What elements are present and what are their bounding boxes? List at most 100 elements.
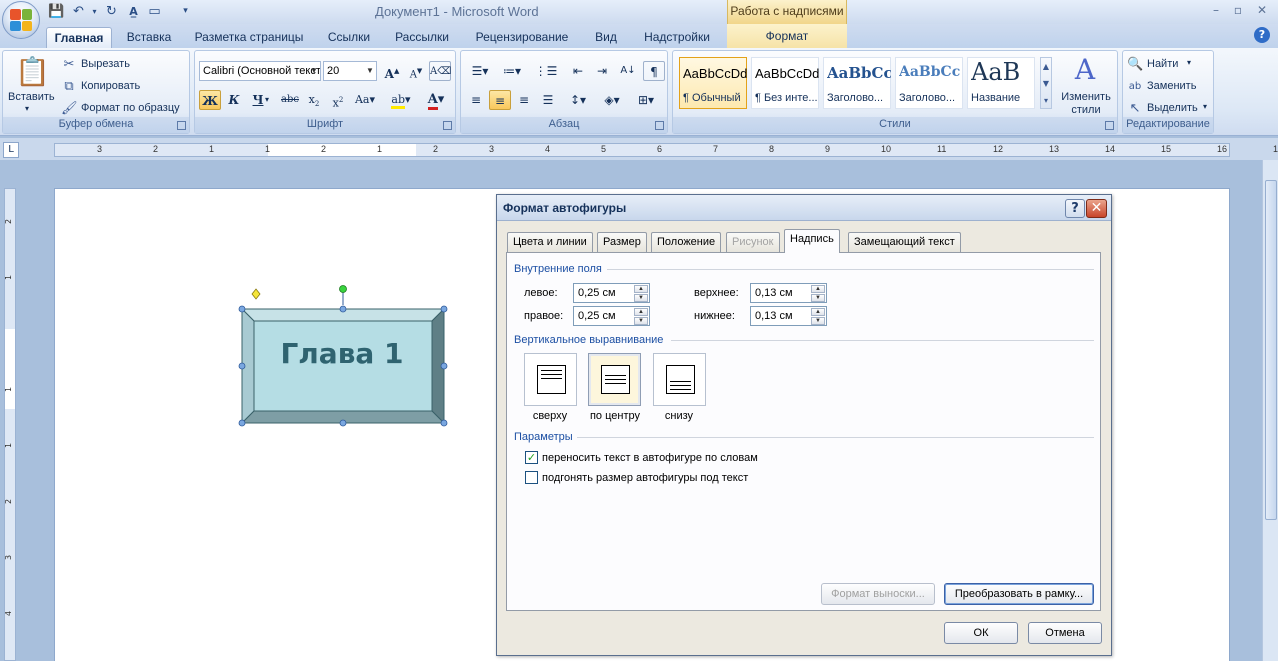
valign-top-button[interactable]	[524, 353, 577, 406]
increase-indent-button[interactable]: ⇥	[591, 61, 613, 81]
customize-qat-icon[interactable]: ▾	[177, 3, 194, 20]
superscript-button[interactable]: x2	[327, 90, 349, 110]
spin-down-icon[interactable]: ▼	[811, 294, 825, 302]
right-margin-spinner[interactable]: 0,25 см ▲ ▼	[573, 306, 650, 326]
horizontal-ruler[interactable]: 321121234567891011121314151617	[54, 143, 1278, 157]
redo-icon[interactable]: ↻	[103, 3, 120, 20]
align-center-button[interactable]: ≡	[489, 90, 511, 110]
spelling-icon[interactable]: A̲	[125, 3, 142, 20]
style-heading-2[interactable]: AaBbCc Заголово...	[895, 57, 963, 109]
font-size-combo[interactable]: 20 ▼	[323, 61, 377, 81]
tab-insert[interactable]: Вставка	[118, 27, 180, 48]
style-no-spacing[interactable]: AaBbCcDd ¶ Без инте...	[751, 57, 819, 109]
tab-selector-icon[interactable]: L	[3, 142, 19, 158]
show-formatting-marks-button[interactable]: ¶	[643, 61, 665, 81]
tab-home[interactable]: Главная	[46, 27, 112, 48]
scrollbar-thumb[interactable]	[1265, 180, 1277, 520]
copy-icon[interactable]: ⧉	[61, 79, 77, 95]
align-right-button[interactable]: ≡	[513, 90, 535, 110]
dialog-help-button[interactable]: ?	[1065, 199, 1085, 218]
font-launcher-icon[interactable]	[443, 121, 452, 130]
restore-button[interactable]: ▫	[1228, 3, 1248, 19]
office-button[interactable]	[2, 1, 40, 39]
style-title[interactable]: AaB Название	[967, 57, 1035, 109]
dialog-close-button[interactable]: ✕	[1086, 199, 1107, 218]
shape-adjust-handles-icon[interactable]	[250, 285, 360, 305]
undo-dropdown-icon[interactable]: ▾	[86, 3, 103, 20]
help-icon[interactable]: ?	[1254, 27, 1270, 43]
find-button[interactable]: Найти	[1147, 58, 1178, 70]
tab-colors-and-lines[interactable]: Цвета и линии	[507, 232, 593, 252]
spin-up-icon[interactable]: ▲	[811, 285, 825, 293]
shape-text[interactable]: Глава 1	[258, 334, 426, 374]
change-case-button[interactable]: Aa▾	[351, 90, 379, 110]
font-color-button[interactable]: A▾	[421, 90, 451, 110]
align-left-button[interactable]: ≡	[465, 90, 487, 110]
underline-dropdown-icon[interactable]: ▾	[261, 90, 273, 110]
ok-button[interactable]: ОК	[944, 622, 1018, 644]
line-spacing-button[interactable]: ↕▾	[563, 90, 593, 110]
borders-button[interactable]: ⊞▾	[631, 90, 661, 110]
valign-bottom-button[interactable]	[653, 353, 706, 406]
font-name-combo[interactable]: Calibri (Основной текст) ▼	[199, 61, 321, 81]
select-cursor-icon[interactable]: ↖	[1127, 101, 1143, 117]
replace-icon[interactable]: ab	[1127, 79, 1143, 95]
style-heading-1[interactable]: AaBbCc Заголово...	[823, 57, 891, 109]
format-painter-button[interactable]: Формат по образцу	[81, 102, 180, 114]
spin-up-icon[interactable]: ▲	[634, 285, 648, 293]
tab-text-box[interactable]: Надпись	[784, 229, 840, 253]
highlight-color-button[interactable]: ab▾	[387, 90, 415, 110]
resize-shape-checkbox[interactable]	[525, 471, 538, 484]
cancel-button[interactable]: Отмена	[1028, 622, 1102, 644]
styles-launcher-icon[interactable]	[1105, 121, 1114, 130]
numbering-button[interactable]: ≔▾	[497, 61, 527, 81]
bullets-button[interactable]: ☰▾	[465, 61, 495, 81]
new-document-icon[interactable]: ▭	[146, 3, 163, 20]
shading-button[interactable]: ◈▾	[597, 90, 627, 110]
italic-button[interactable]: К	[223, 90, 245, 110]
spin-down-icon[interactable]: ▼	[811, 317, 825, 325]
subscript-button[interactable]: x2	[303, 90, 325, 110]
tab-position[interactable]: Положение	[651, 232, 722, 252]
replace-button[interactable]: Заменить	[1147, 80, 1196, 92]
tab-mailings[interactable]: Рассылки	[388, 27, 456, 48]
wrap-text-label[interactable]: переносить текст в автофигуре по словам	[542, 452, 758, 464]
close-window-button[interactable]: ✕	[1252, 3, 1272, 19]
undo-icon[interactable]: ↶	[70, 3, 87, 20]
resize-shape-label[interactable]: подгонять размер автофигуры под текст	[542, 472, 748, 484]
grow-font-button[interactable]: A▲	[381, 61, 403, 81]
style-normal[interactable]: AaBbCcDd ¶ Обычный	[679, 57, 747, 109]
bold-button[interactable]: Ж	[199, 90, 221, 110]
tab-format[interactable]: Формат	[727, 24, 847, 48]
sort-button[interactable]: A↓	[617, 61, 639, 81]
select-button[interactable]: Выделить	[1147, 102, 1198, 114]
styles-scroll-icon[interactable]: ▲ ▼ ▾	[1040, 57, 1052, 109]
multilevel-list-button[interactable]: ⋮☰	[531, 61, 561, 81]
paragraph-launcher-icon[interactable]	[655, 121, 664, 130]
minimize-button[interactable]: –	[1206, 3, 1226, 19]
clipboard-launcher-icon[interactable]	[177, 121, 186, 130]
paste-icon[interactable]: 📋	[15, 55, 50, 89]
spin-up-icon[interactable]: ▲	[811, 308, 825, 316]
tab-review[interactable]: Рецензирование	[466, 27, 578, 48]
spin-down-icon[interactable]: ▼	[634, 317, 648, 325]
wrap-text-checkbox[interactable]: ✓	[525, 451, 538, 464]
copy-button[interactable]: Копировать	[81, 80, 140, 92]
dialog-title-bar[interactable]: Формат автофигуры ? ✕	[497, 195, 1111, 221]
valign-center-button[interactable]	[588, 353, 641, 406]
vertical-ruler[interactable]: 2 1 1 1 2 3 4	[4, 188, 16, 661]
cut-button[interactable]: Вырезать	[81, 58, 130, 70]
change-styles-button[interactable]: Изменить стили	[1059, 91, 1113, 117]
spin-down-icon[interactable]: ▼	[634, 294, 648, 302]
format-painter-icon[interactable]: 🖌	[61, 101, 78, 117]
tab-references[interactable]: Ссылки	[318, 27, 380, 48]
tab-page-layout[interactable]: Разметка страницы	[188, 27, 310, 48]
tab-size[interactable]: Размер	[597, 232, 647, 252]
paste-dropdown-icon[interactable]: ▾	[25, 104, 29, 113]
paste-button[interactable]: Вставить	[8, 91, 55, 103]
vertical-scrollbar[interactable]	[1262, 160, 1278, 661]
cut-icon[interactable]: ✂	[61, 57, 77, 73]
clear-formatting-button[interactable]: A⌫	[429, 61, 451, 81]
justify-button[interactable]: ☰	[537, 90, 559, 110]
decrease-indent-button[interactable]: ⇤	[567, 61, 589, 81]
